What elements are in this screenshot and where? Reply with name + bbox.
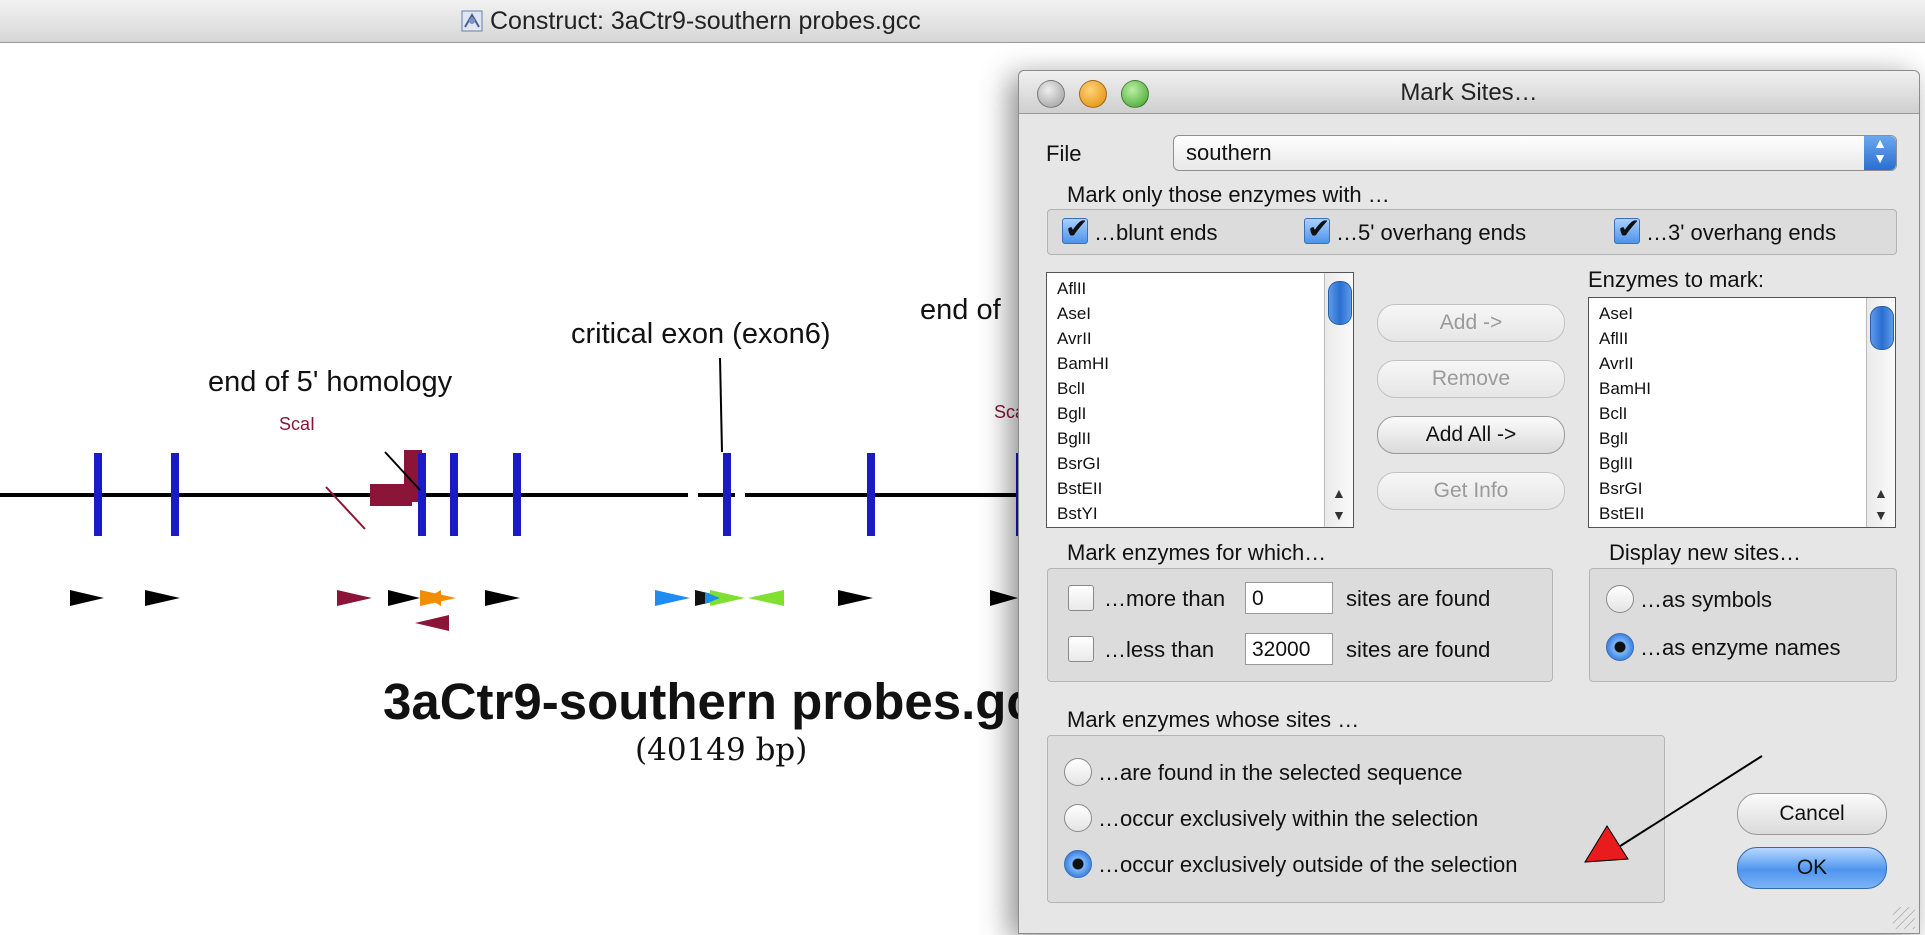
annotation-arrow-head-icon [1584,825,1629,863]
annotation-overlay [1584,755,1763,863]
annotation-arrow-line [1613,755,1763,851]
